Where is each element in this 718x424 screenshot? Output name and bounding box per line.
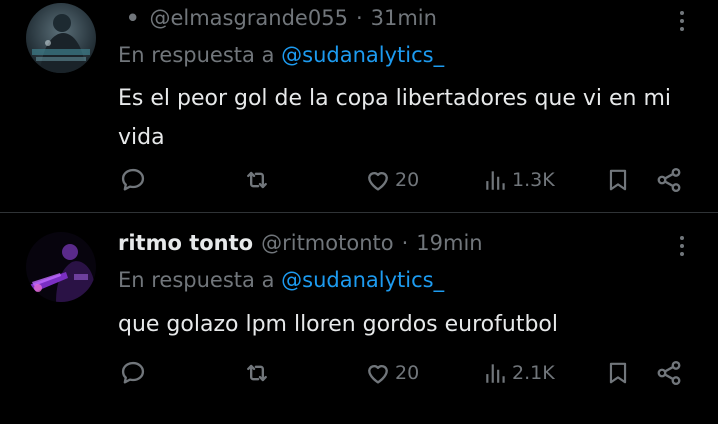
bookmark-icon xyxy=(609,169,627,191)
share-icon xyxy=(657,360,681,386)
view-count: 1.3K xyxy=(512,169,555,191)
like-icon xyxy=(368,172,388,191)
like-button[interactable]: 20 xyxy=(364,163,419,197)
more-icon[interactable] xyxy=(672,6,692,36)
tweet-header: • @elmasgrande055 · 31min xyxy=(118,3,437,33)
tweet[interactable]: • @elmasgrande055 · 31min En respuesta a… xyxy=(0,0,718,212)
retweet-icon xyxy=(247,364,267,382)
reply-handle-link[interactable]: @sudanalytics_ xyxy=(281,268,444,292)
retweet-icon xyxy=(247,171,267,189)
username[interactable]: @ritmotonto xyxy=(261,231,393,255)
reply-prefix: En respuesta a xyxy=(118,268,275,292)
like-icon xyxy=(368,365,388,384)
separator-dot: · xyxy=(401,231,409,255)
reply-icon xyxy=(121,361,145,384)
views-icon xyxy=(486,171,505,190)
more-icon[interactable] xyxy=(672,231,692,261)
share-button[interactable] xyxy=(655,163,683,197)
bookmark-button[interactable] xyxy=(605,356,631,390)
bullet-icon: • xyxy=(126,6,140,30)
reply-handle-link[interactable]: @sudanalytics_ xyxy=(281,43,444,67)
reply-button[interactable] xyxy=(119,163,147,197)
retweet-button[interactable] xyxy=(243,356,271,390)
share-icon xyxy=(657,167,681,193)
avatar[interactable] xyxy=(26,232,96,302)
tweet-text: Es el peor gol de la copa libertadores q… xyxy=(118,86,672,150)
separator-dot: · xyxy=(355,6,363,30)
reply-button[interactable] xyxy=(119,356,147,390)
reply-prefix: En respuesta a xyxy=(118,43,275,67)
bookmark-button[interactable] xyxy=(605,163,631,197)
view-count: 2.1K xyxy=(512,362,555,384)
display-name[interactable]: ritmo tonto xyxy=(118,231,253,255)
retweet-button[interactable] xyxy=(243,163,271,197)
bookmark-icon xyxy=(609,362,627,384)
tweet[interactable]: ritmo tonto @ritmotonto · 19min En respu… xyxy=(0,212,718,424)
tweet-text: que golazo lpm lloren gordos eurofutbol xyxy=(118,312,558,337)
action-bar: 20 2.1K xyxy=(0,356,718,390)
views-button[interactable]: 2.1K xyxy=(483,356,555,390)
timestamp[interactable]: 31min xyxy=(371,6,437,30)
reply-context: En respuesta a @sudanalytics_ xyxy=(118,43,444,67)
views-icon xyxy=(486,364,505,383)
like-button[interactable]: 20 xyxy=(364,356,419,390)
reply-icon xyxy=(121,168,145,191)
share-button[interactable] xyxy=(655,356,683,390)
action-bar: 20 1.3K xyxy=(0,163,718,197)
avatar[interactable] xyxy=(26,3,96,73)
like-count: 20 xyxy=(395,169,420,191)
reply-context: En respuesta a @sudanalytics_ xyxy=(118,268,444,292)
tweet-header: ritmo tonto @ritmotonto · 19min xyxy=(118,228,483,258)
timestamp[interactable]: 19min xyxy=(416,231,482,255)
username[interactable]: @elmasgrande055 xyxy=(149,6,348,30)
views-button[interactable]: 1.3K xyxy=(483,163,555,197)
like-count: 20 xyxy=(395,362,420,384)
